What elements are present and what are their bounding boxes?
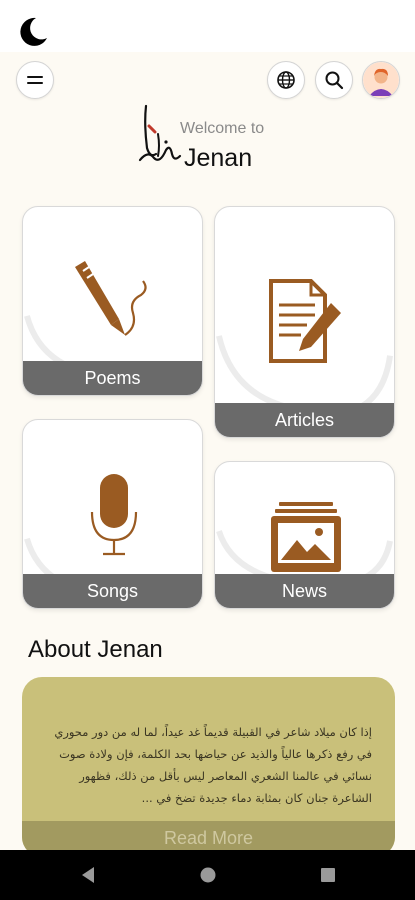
poems-label: Poems xyxy=(23,361,202,395)
microphone-icon xyxy=(90,474,138,556)
search-icon xyxy=(325,71,344,90)
moon-icon[interactable] xyxy=(14,14,50,50)
profile-button[interactable] xyxy=(362,61,400,99)
recents-icon[interactable] xyxy=(318,865,338,885)
language-button[interactable] xyxy=(267,61,305,99)
about-title: About Jenan xyxy=(28,636,163,663)
top-bar xyxy=(0,60,415,100)
system-nav-bar xyxy=(0,850,415,900)
back-icon[interactable] xyxy=(78,865,98,885)
songs-label: Songs xyxy=(23,574,202,608)
avatar xyxy=(363,62,399,98)
articles-label: Articles xyxy=(215,403,394,437)
menu-icon xyxy=(27,76,43,84)
search-button[interactable] xyxy=(315,61,353,99)
welcome-text: Welcome to xyxy=(180,120,265,137)
about-text: إذا كان ميلاد شاعر في القبيلة قديماً غد … xyxy=(54,725,372,805)
quill-pen-icon xyxy=(75,261,147,336)
image-archive-icon xyxy=(271,502,341,572)
about-card: إذا كان ميلاد شاعر في القبيلة قديماً غد … xyxy=(22,677,395,857)
news-card[interactable]: News xyxy=(214,461,395,609)
menu-button[interactable] xyxy=(16,61,54,99)
articles-card[interactable]: Articles xyxy=(214,206,395,438)
globe-icon xyxy=(277,71,295,89)
document-edit-icon xyxy=(269,279,341,363)
logo-area: Welcome to Jenan xyxy=(138,104,298,174)
brand-name: Jenan xyxy=(184,144,253,172)
poems-card[interactable]: Poems xyxy=(22,206,203,396)
home-icon[interactable] xyxy=(198,865,218,885)
jenan-logo xyxy=(138,104,182,162)
news-label: News xyxy=(215,574,394,608)
songs-card[interactable]: Songs xyxy=(22,419,203,609)
status-bar xyxy=(0,0,415,52)
